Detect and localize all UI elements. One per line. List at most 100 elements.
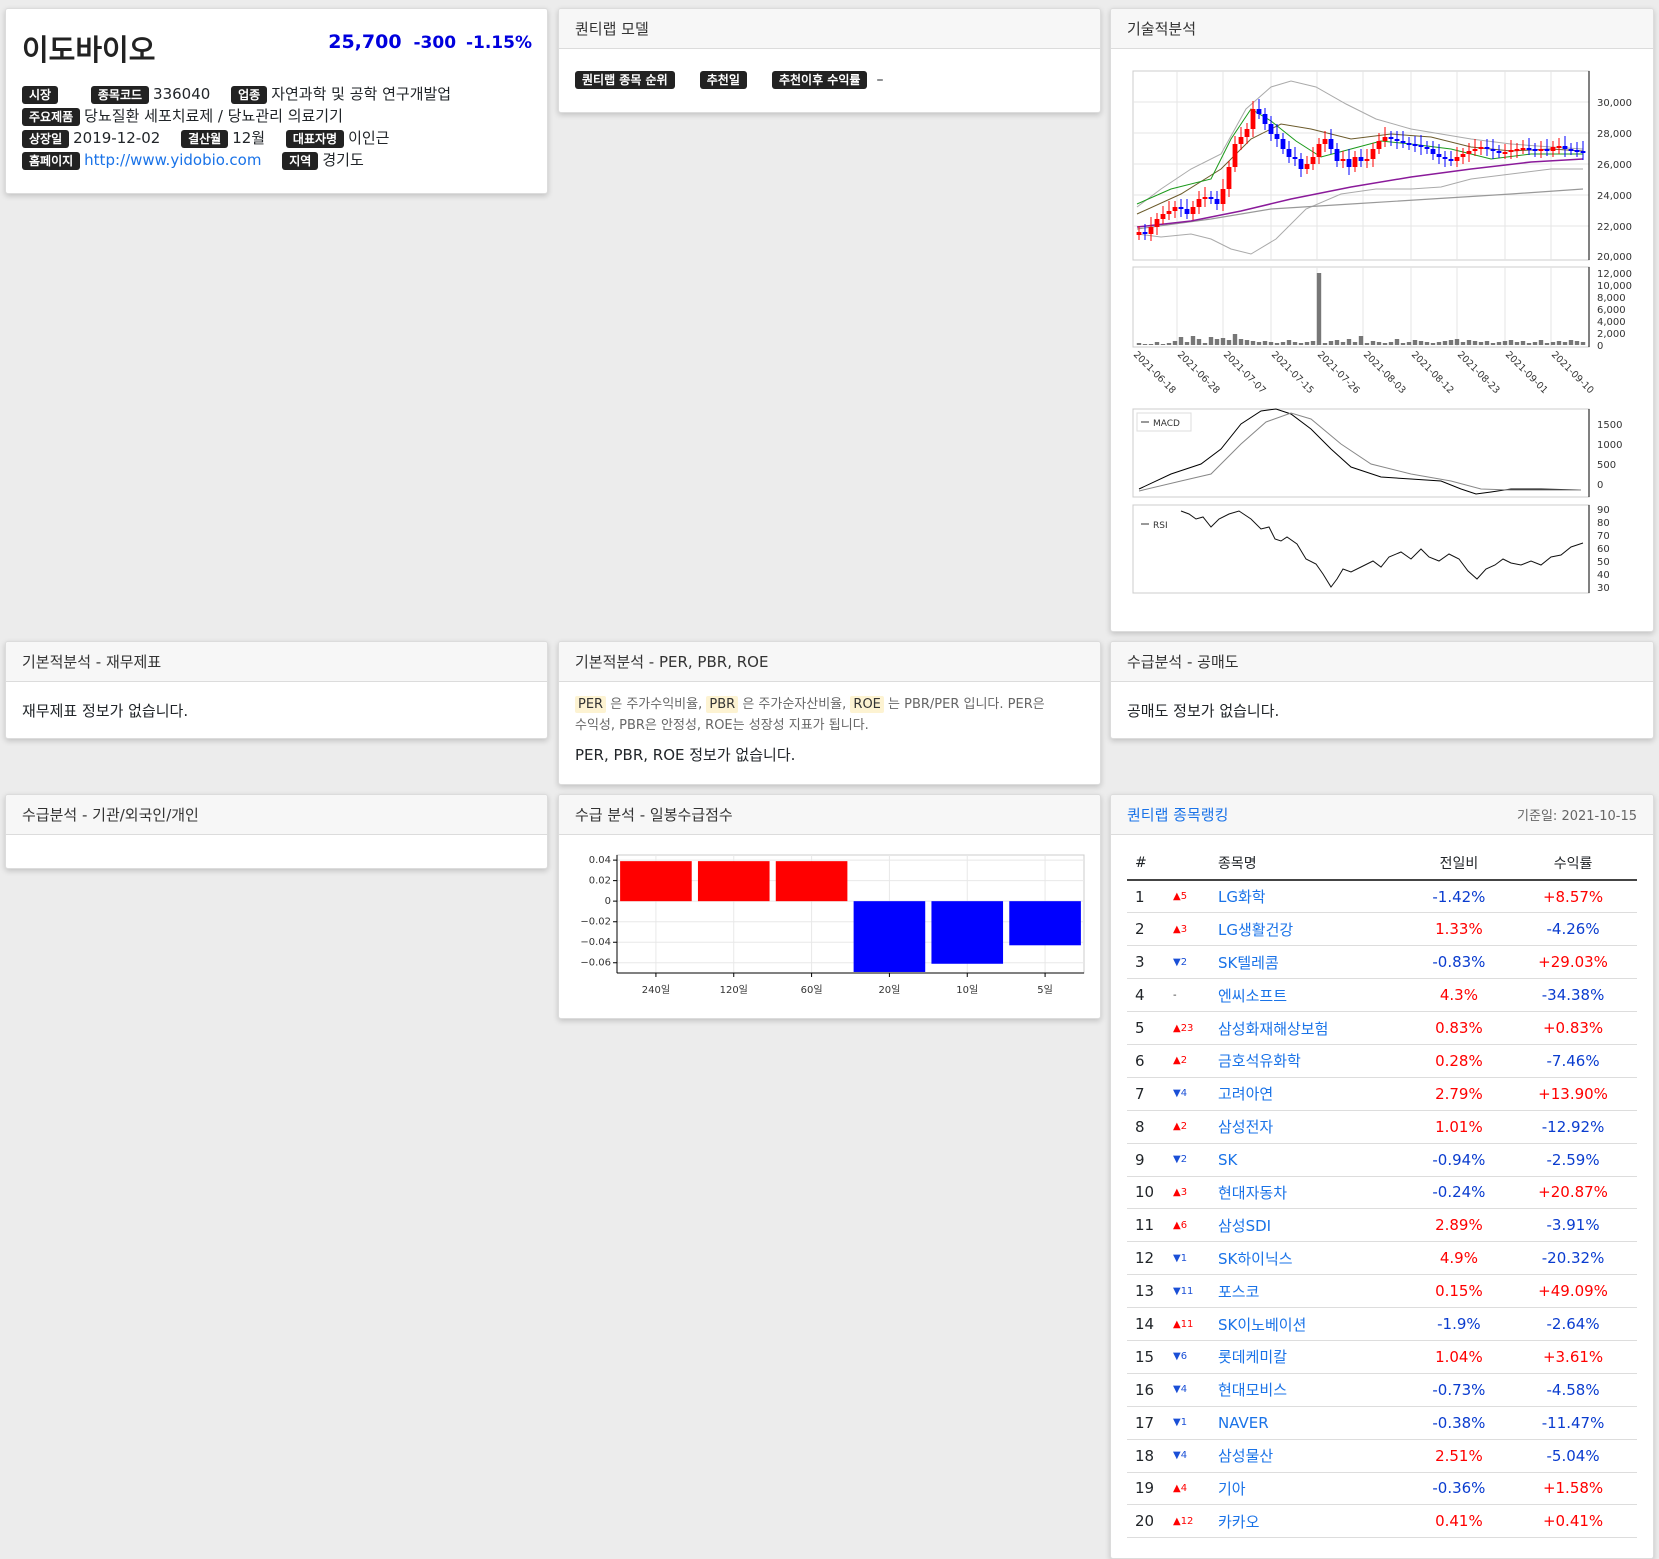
short-sell-title: 수급분석 - 공매도 bbox=[1127, 653, 1239, 671]
rank-daily: -0.94% bbox=[1408, 1143, 1510, 1177]
rsi-panel: RSI 90 80 70 60 50 40 30 bbox=[1132, 504, 1610, 594]
price-tick-4: 24,000 bbox=[1597, 191, 1632, 202]
stock-link[interactable]: 금호석유화학 bbox=[1218, 1052, 1301, 1070]
listing-badge: 상장일 bbox=[22, 129, 70, 148]
table-row[interactable]: 12 ▼1 SK하이닉스 4.9% -20.32% bbox=[1127, 1241, 1637, 1276]
rank-num: 10 bbox=[1127, 1176, 1169, 1210]
stock-link[interactable]: 롯데케미칼 bbox=[1218, 1348, 1287, 1366]
rank-stock-name: 현대모비스 bbox=[1214, 1373, 1409, 1407]
rank-num: 12 bbox=[1127, 1241, 1169, 1276]
rank-change: ▲2 bbox=[1169, 1044, 1214, 1078]
stock-link[interactable]: LG화학 bbox=[1218, 888, 1266, 906]
homepage-link[interactable]: http://www.yidobio.com bbox=[84, 151, 261, 169]
stock-link[interactable]: LG생활건강 bbox=[1218, 921, 1293, 939]
x-tick-label: 5일 bbox=[1037, 984, 1053, 996]
rank-num: 11 bbox=[1127, 1208, 1169, 1243]
rank-num: 5 bbox=[1127, 1011, 1169, 1045]
rsi-tick-3: 70 bbox=[1597, 531, 1610, 542]
table-row[interactable]: 5 ▲23 삼성화재해상보험 0.83% +0.83% bbox=[1127, 1011, 1637, 1045]
supply-score-title: 수급 분석 - 일봉수급점수 bbox=[575, 806, 733, 824]
macd-tick-3: 500 bbox=[1597, 460, 1616, 471]
ranking-title-link[interactable]: 퀀티랩 종목랭킹 bbox=[1127, 804, 1228, 825]
rank-daily: -1.42% bbox=[1408, 880, 1510, 914]
table-row[interactable]: 16 ▼4 현대모비스 -0.73% -4.58% bbox=[1127, 1373, 1637, 1407]
stock-link[interactable]: 삼성화재해상보험 bbox=[1218, 1020, 1328, 1038]
table-row[interactable]: 14 ▲11 SK이노베이션 -1.9% -2.64% bbox=[1127, 1307, 1637, 1341]
stock-link[interactable]: 기아 bbox=[1218, 1480, 1246, 1498]
table-row[interactable]: 7 ▼4 고려아연 2.79% +13.90% bbox=[1127, 1077, 1637, 1111]
stock-link[interactable]: SK이노베이션 bbox=[1218, 1316, 1306, 1334]
date-labels: 2021-06-18 2021-06-28 2021-07-07 2021-07… bbox=[1131, 349, 1596, 396]
rank-return: +3.61% bbox=[1509, 1340, 1637, 1374]
x-tick-label: 60일 bbox=[801, 984, 823, 996]
settle-badge: 결산월 bbox=[181, 129, 229, 148]
stock-link[interactable]: 엔씨소프트 bbox=[1218, 987, 1287, 1005]
stock-link[interactable]: 카카오 bbox=[1218, 1513, 1259, 1531]
table-row[interactable]: 18 ▼4 삼성물산 2.51% -5.04% bbox=[1127, 1439, 1637, 1473]
industry-badge: 업종 bbox=[231, 85, 268, 104]
stock-link[interactable]: NAVER bbox=[1218, 1414, 1269, 1432]
table-row[interactable]: 19 ▲4 기아 -0.36% +1.58% bbox=[1127, 1472, 1637, 1506]
rank-return: +0.83% bbox=[1509, 1011, 1637, 1045]
table-row[interactable]: 3 ▼2 SK텔레콤 -0.83% +29.03% bbox=[1127, 945, 1637, 980]
rank-num: 16 bbox=[1127, 1373, 1169, 1407]
rank-num: 20 bbox=[1127, 1504, 1169, 1539]
rank-stock-name: 삼성전자 bbox=[1214, 1110, 1409, 1144]
table-row[interactable]: 20 ▲12 카카오 0.41% +0.41% bbox=[1127, 1504, 1637, 1539]
stock-link[interactable]: 삼성전자 bbox=[1218, 1118, 1273, 1136]
table-row[interactable]: 15 ▼6 롯데케미칼 1.04% +3.61% bbox=[1127, 1340, 1637, 1374]
date-label-2: 2021-06-28 bbox=[1175, 349, 1222, 396]
score-bar bbox=[775, 861, 848, 902]
stock-link[interactable]: 현대모비스 bbox=[1218, 1381, 1287, 1399]
stock-link[interactable]: 고려아연 bbox=[1218, 1085, 1273, 1103]
per-desc: 은 주가수익비율, bbox=[610, 697, 703, 712]
table-row[interactable]: 2 ▲3 LG생활건강 1.33% -4.26% bbox=[1127, 912, 1637, 947]
stock-link[interactable]: SK하이닉스 bbox=[1218, 1250, 1293, 1268]
rank-return: +29.03% bbox=[1509, 945, 1637, 980]
stock-link[interactable]: 삼성물산 bbox=[1218, 1447, 1273, 1465]
stock-link[interactable]: 현대자동차 bbox=[1218, 1184, 1287, 1202]
stock-code: 336040 bbox=[153, 85, 211, 103]
date-label-6: 2021-08-03 bbox=[1361, 349, 1408, 396]
score-bar bbox=[853, 901, 926, 972]
table-row[interactable]: 6 ▲2 금호석유화학 0.28% -7.46% bbox=[1127, 1044, 1637, 1078]
return-badge: 추천이후 수익률 bbox=[771, 70, 868, 89]
vol-tick-1: 12,000 bbox=[1597, 269, 1632, 280]
stock-link[interactable]: 포스코 bbox=[1218, 1283, 1259, 1301]
table-row[interactable]: 1 ▲5 LG화학 -1.42% +8.57% bbox=[1127, 880, 1637, 914]
table-row[interactable]: 11 ▲6 삼성SDI 2.89% -3.91% bbox=[1127, 1208, 1637, 1243]
rsi-tick-6: 40 bbox=[1597, 570, 1610, 581]
rank-stock-name: NAVER bbox=[1214, 1406, 1409, 1440]
rank-daily: 0.15% bbox=[1408, 1274, 1510, 1309]
table-row[interactable]: 13 ▼11 포스코 0.15% +49.09% bbox=[1127, 1274, 1637, 1309]
ceo-badge: 대표자명 bbox=[285, 129, 345, 148]
table-row[interactable]: 8 ▲2 삼성전자 1.01% -12.92% bbox=[1127, 1110, 1637, 1144]
table-row[interactable]: 9 ▼2 SK -0.94% -2.59% bbox=[1127, 1143, 1637, 1177]
date-label-7: 2021-08-12 bbox=[1409, 349, 1456, 396]
rank-return: -7.46% bbox=[1509, 1044, 1637, 1078]
col-name: 종목명 bbox=[1214, 847, 1409, 881]
per-term: PER bbox=[575, 696, 607, 713]
table-row[interactable]: 4- 엔씨소프트 4.3% -34.38% bbox=[1127, 978, 1637, 1013]
stock-link[interactable]: SK텔레콤 bbox=[1218, 954, 1279, 972]
rank-return: -12.92% bbox=[1509, 1110, 1637, 1144]
rank-change: ▼11 bbox=[1169, 1274, 1214, 1309]
x-tick-label: 240일 bbox=[642, 984, 670, 996]
rank-daily: -0.36% bbox=[1408, 1472, 1510, 1506]
supply-inst-card: 수급분석 - 기관/외국인/개인 bbox=[5, 794, 548, 869]
rank-change: ▲5 bbox=[1169, 880, 1214, 914]
rank-return: -5.04% bbox=[1509, 1439, 1637, 1473]
table-row[interactable]: 10 ▲3 현대자동차 -0.24% +20.87% bbox=[1127, 1176, 1637, 1210]
price-tick-5: 22,000 bbox=[1597, 222, 1632, 233]
date-label-5: 2021-07-26 bbox=[1315, 349, 1362, 396]
rsi-tick-7: 30 bbox=[1597, 583, 1610, 594]
score-bar bbox=[620, 861, 692, 902]
stock-link[interactable]: 삼성SDI bbox=[1218, 1217, 1271, 1235]
technical-analysis-card: 기술적분석 30,000 28,000 26,000 24,000 22,000 bbox=[1110, 8, 1654, 632]
rank-change: ▼1 bbox=[1169, 1406, 1214, 1440]
rank-num: 18 bbox=[1127, 1439, 1169, 1473]
rank-num: 3 bbox=[1127, 945, 1169, 980]
stock-link[interactable]: SK bbox=[1218, 1151, 1237, 1169]
rank-daily: -0.73% bbox=[1408, 1373, 1510, 1407]
table-row[interactable]: 17 ▼1 NAVER -0.38% -11.47% bbox=[1127, 1406, 1637, 1440]
